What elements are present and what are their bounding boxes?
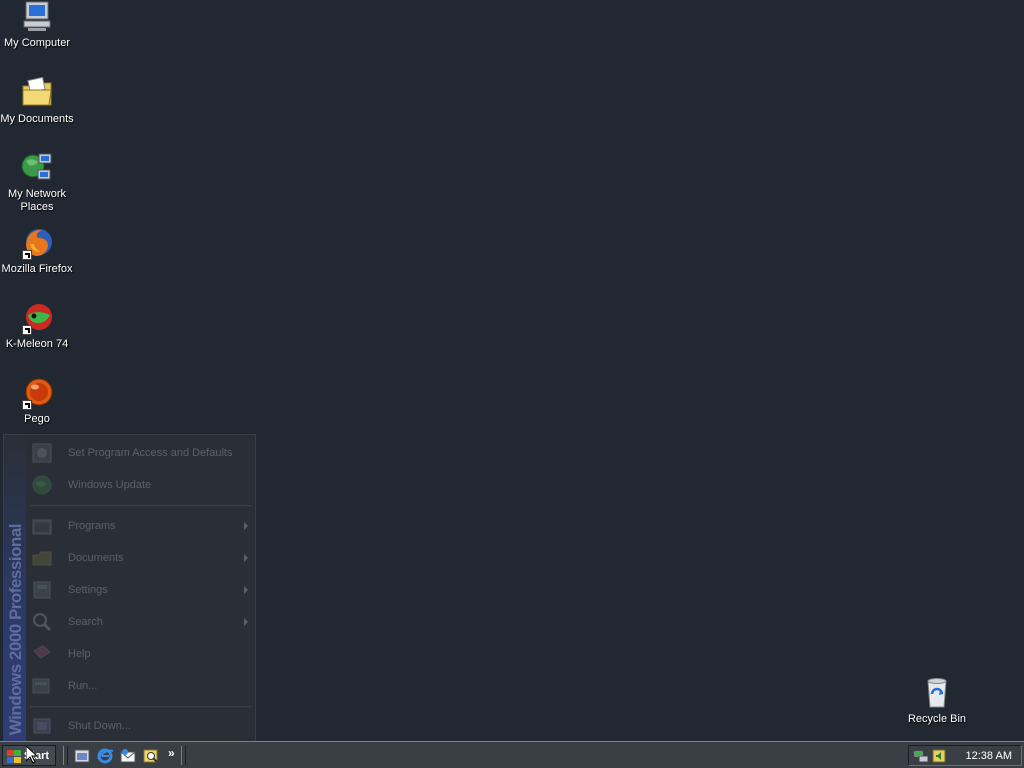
menu-item-label: Search [68,616,103,628]
menu-item-set-program-access[interactable]: Set Program Access and Defaults [30,438,254,468]
system-tray: 12:38 AM [908,745,1022,766]
desktop-icon-label: My Network Places [7,188,67,213]
menu-item-settings[interactable]: Settings [30,575,254,605]
menu-item-programs[interactable]: Programs [30,511,254,541]
menu-item-search[interactable]: Search [30,607,254,637]
firefox-icon [20,226,54,260]
taskbar: Start » 12:38 AM [0,741,1024,768]
desktop-icon-my-network-places[interactable]: My Network Places [0,151,74,214]
quick-launch-overflow-button[interactable]: » [168,746,175,760]
menu-item-label: Programs [68,520,116,532]
desktop-icon-my-documents[interactable]: My Documents [0,76,74,126]
banner-text: Windows 2000 Professional [6,523,25,735]
menu-item-label: Documents [68,552,124,564]
quick-launch-grip[interactable] [63,746,68,765]
mouse-cursor-icon [26,746,38,764]
menu-item-label: Set Program Access and Defaults [68,447,233,459]
menu-item-documents[interactable]: Documents [30,543,254,573]
submenu-arrow-icon [244,618,248,626]
shut-down-icon [30,714,54,738]
outlook-express-icon[interactable] [119,747,137,765]
menu-item-label: Shut Down... [68,720,131,732]
network-places-icon [20,151,54,185]
programs-icon [30,514,54,538]
search-icon [30,610,54,634]
show-desktop-icon[interactable] [73,747,91,765]
shortcut-arrow-icon [22,400,32,410]
menu-item-label: Run... [68,680,98,692]
desktop-icon-mozilla-firefox[interactable]: Mozilla Firefox [0,226,74,276]
settings-icon [30,578,54,602]
volume-icon[interactable] [931,748,947,764]
submenu-arrow-icon [244,586,248,594]
run-icon [30,674,54,698]
k-meleon-icon [20,301,54,335]
start-menu-banner: Windows 2000 Professional [4,435,26,741]
desktop-icon-pego[interactable]: Pego [0,376,74,426]
shortcut-arrow-icon [22,325,32,335]
pego-icon [20,376,54,410]
search-icon[interactable] [142,747,160,765]
submenu-arrow-icon [244,522,248,530]
network-icon[interactable] [913,748,929,764]
desktop-icon-label: My Computer [3,37,71,49]
menu-separator [30,706,252,708]
menu-item-help[interactable]: Help [30,639,254,669]
desktop-icon-label: My Documents [0,113,74,125]
program-access-icon [30,441,54,465]
desktop-icon-label: Mozilla Firefox [1,263,73,275]
documents-folder-icon [30,546,54,570]
menu-item-label: Settings [68,584,108,596]
help-book-icon [30,642,54,666]
menu-item-label: Help [68,648,91,660]
recycle-bin-icon [920,676,954,710]
my-computer-icon [20,0,54,34]
desktop-icon-k-meleon[interactable]: K-Meleon 74 [0,301,74,351]
taskbar-grip[interactable] [181,746,186,765]
folder-icon [20,76,54,110]
windows-logo-icon [6,749,22,763]
menu-item-run[interactable]: Run... [30,671,254,701]
clock[interactable]: 12:38 AM [966,750,1012,762]
start-menu: Windows 2000 Professional Set Program Ac… [3,434,256,742]
desktop-icon-label: Recycle Bin [907,713,967,725]
desktop-icon-recycle-bin[interactable]: Recycle Bin [900,676,974,726]
windows-update-icon [30,473,54,497]
menu-separator [30,505,252,507]
desktop-icon-my-computer[interactable]: My Computer [0,0,74,50]
internet-explorer-icon[interactable] [96,747,114,765]
desktop-icon-label: Pego [24,413,50,425]
submenu-arrow-icon [244,554,248,562]
menu-item-label: Windows Update [68,479,152,491]
menu-item-windows-update[interactable]: Windows Update [30,470,254,500]
menu-item-shut-down[interactable]: Shut Down... [30,711,254,741]
shortcut-arrow-icon [22,250,32,260]
desktop-icon-label: K-Meleon 74 [5,338,69,350]
